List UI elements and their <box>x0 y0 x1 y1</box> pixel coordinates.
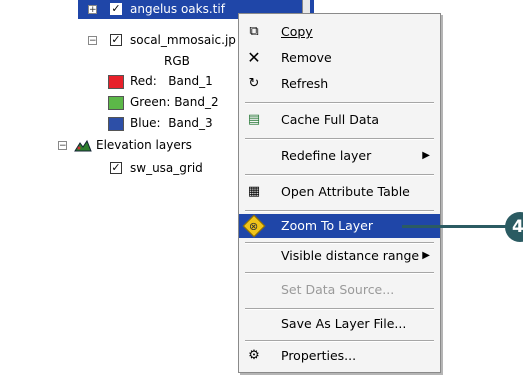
menu-item-visible-distance-range[interactable]: Visible distance range ▶ <box>239 244 440 268</box>
menu-item-save-as-layer-file[interactable]: Save As Layer File... <box>239 312 440 336</box>
menu-item-remove[interactable]: ✕ Remove <box>239 46 440 70</box>
menu-separator <box>245 174 434 176</box>
band-red-label: Red: Band_1 <box>130 74 213 88</box>
menu-item-refresh[interactable]: ↻ Refresh <box>239 72 440 96</box>
copy-icon: ⧉ <box>249 24 259 39</box>
blue-swatch <box>108 117 124 131</box>
group-layer-icon <box>74 139 92 152</box>
submenu-arrow-icon: ▶ <box>422 250 430 261</box>
red-swatch <box>108 75 124 89</box>
expand-plus-icon[interactable]: + <box>88 5 97 15</box>
menu-item-redefine-layer[interactable]: Redefine layer ▶ <box>239 144 440 168</box>
properties-icon: ⚙ <box>248 348 260 363</box>
menu-separator <box>245 138 434 140</box>
layer-name-sw-usa-grid[interactable]: sw_usa_grid <box>130 159 203 177</box>
menu-separator <box>245 210 434 212</box>
layer-checkbox-angelus[interactable]: ✓ <box>110 3 122 15</box>
cache-data-icon: ▤ <box>247 112 261 127</box>
menu-item-copy[interactable]: ⧉ Copy <box>239 20 440 44</box>
attribute-table-icon: ▦ <box>247 184 261 199</box>
group-collapse-minus-icon[interactable]: − <box>58 141 67 151</box>
group-name-elevation[interactable]: Elevation layers <box>96 136 192 154</box>
menu-item-cache-full-data[interactable]: ▤ Cache Full Data <box>239 108 440 132</box>
menu-separator <box>245 102 434 104</box>
band-blue-label: Blue: Band_3 <box>130 116 213 130</box>
step-callout-badge: 4 <box>505 212 523 242</box>
refresh-icon: ↻ <box>248 76 260 91</box>
layer-name-socal[interactable]: socal_mmosaic.jp <box>130 31 236 49</box>
layer-checkbox-sw-usa[interactable]: ✓ <box>110 162 122 174</box>
menu-separator <box>245 340 434 342</box>
menu-item-open-attribute-table[interactable]: ▦ Open Attribute Table <box>239 180 440 204</box>
layer-name-angelus[interactable]: angelus oaks.tif <box>130 0 225 18</box>
band-green-label: Green: Band_2 <box>130 95 219 109</box>
collapse-minus-icon[interactable]: − <box>88 36 97 46</box>
context-menu: ⧉ Copy ✕ Remove ↻ Refresh ▤ Cache Full D… <box>238 13 441 373</box>
callout-line <box>402 225 508 228</box>
green-swatch <box>108 96 124 110</box>
menu-item-set-data-source: Set Data Source... <box>281 282 395 297</box>
menu-separator <box>245 272 434 274</box>
rgb-label: RGB <box>164 54 190 68</box>
submenu-arrow-icon: ▶ <box>422 150 430 161</box>
zoom-to-layer-icon: ⊕ <box>242 214 266 238</box>
remove-icon: ✕ <box>247 48 261 67</box>
layer-checkbox-socal[interactable]: ✓ <box>110 34 122 46</box>
menu-separator <box>245 308 434 310</box>
menu-item-properties[interactable]: ⚙ Properties... <box>239 344 440 368</box>
